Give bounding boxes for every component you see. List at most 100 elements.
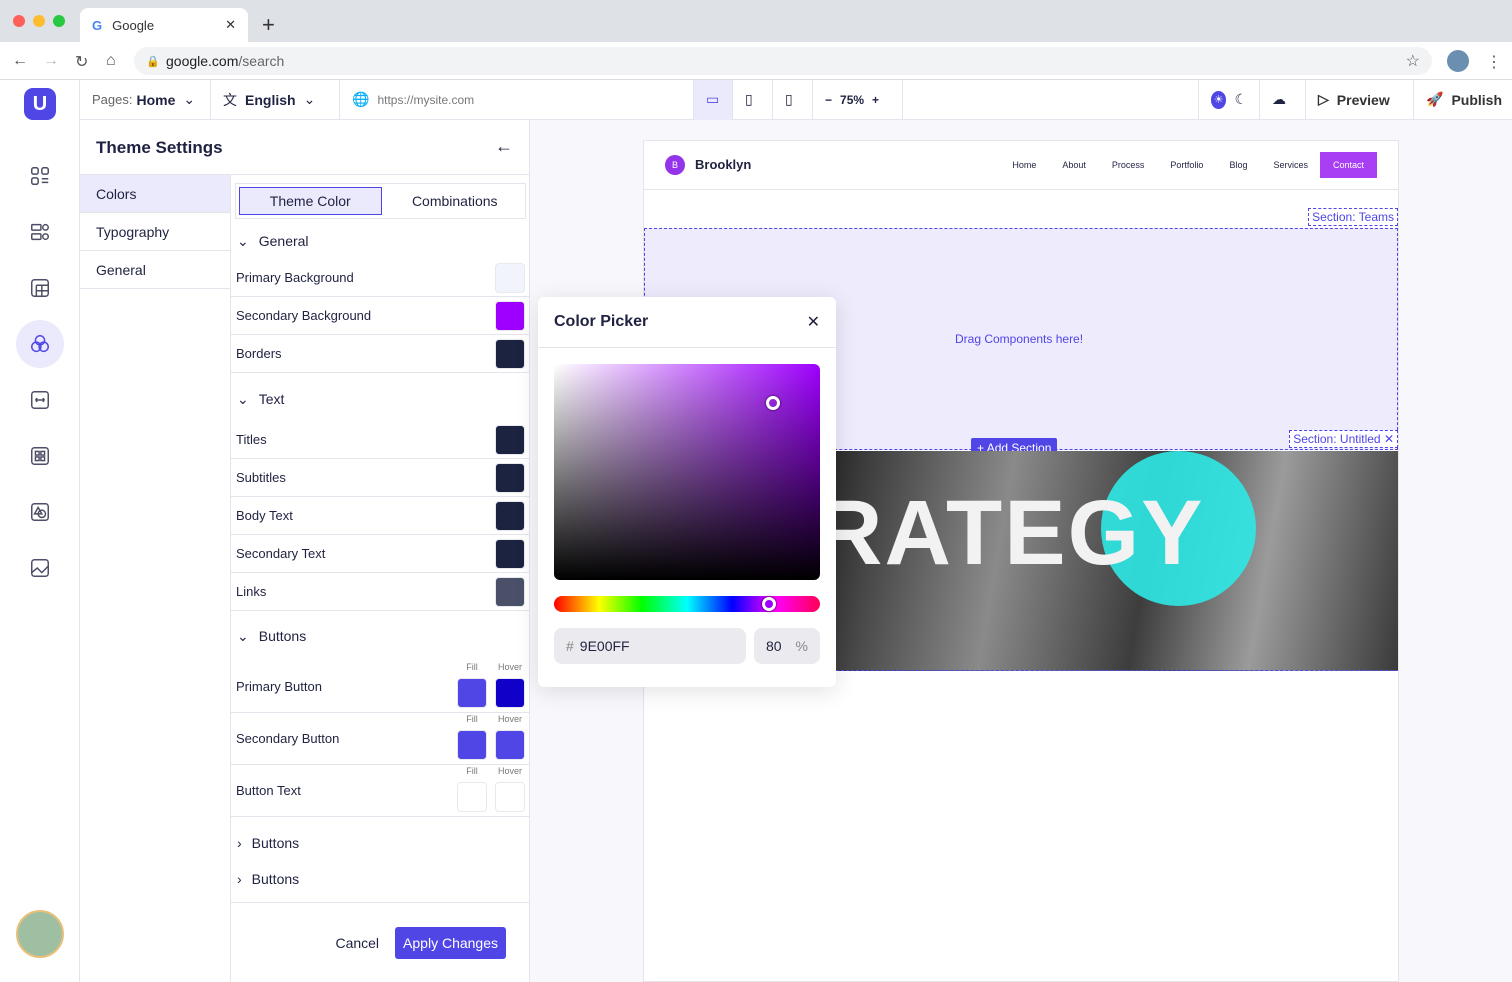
color-swatch[interactable] [495, 501, 525, 531]
submenu-colors[interactable]: Colors [80, 175, 230, 213]
color-swatch[interactable] [495, 301, 525, 331]
fill-swatch[interactable] [457, 678, 487, 708]
pages-dropdown[interactable]: Pages:Home⌄ [80, 80, 211, 120]
app-toolbar: Pages:Home⌄ 文English⌄ 🌐https://mysite.co… [80, 80, 1512, 120]
hex-input[interactable]: #9E00FF [554, 628, 746, 664]
checklist-icon[interactable] [24, 216, 56, 248]
tab-theme-color[interactable]: Theme Color [239, 187, 382, 215]
fill-swatch[interactable] [457, 782, 487, 812]
opacity-value: 80 [766, 638, 782, 654]
components-icon[interactable] [24, 440, 56, 472]
color-swatch[interactable] [495, 339, 525, 369]
translate-icon: 文 [223, 90, 237, 110]
back-icon[interactable]: ← [12, 52, 28, 70]
lock-icon: 🔒 [146, 55, 160, 68]
browser-tab[interactable]: GGoogle✕ [80, 8, 248, 42]
group-buttons-collapsed[interactable]: ›Buttons [231, 825, 530, 861]
mobile-view-button[interactable]: ▯ [773, 80, 813, 120]
tablet-view-button[interactable]: ▯ [733, 80, 773, 120]
close-icon[interactable]: ✕ [1384, 432, 1394, 446]
nav-portfolio[interactable]: Portfolio [1170, 160, 1203, 170]
color-swatch[interactable] [495, 463, 525, 493]
home-icon[interactable]: ⌂ [106, 52, 116, 70]
saturation-value-area[interactable] [554, 364, 820, 580]
apply-changes-button[interactable]: Apply Changes [395, 927, 506, 959]
nav-home[interactable]: Home [1012, 160, 1036, 170]
spacing-icon[interactable] [24, 384, 56, 416]
grid-table-icon[interactable] [24, 272, 56, 304]
back-arrow-icon[interactable]: ← [495, 136, 513, 157]
image-icon[interactable] [24, 552, 56, 584]
pages-label: Pages: [92, 92, 132, 107]
nav-process[interactable]: Process [1112, 160, 1145, 170]
nav-services[interactable]: Services [1273, 160, 1308, 170]
app-logo[interactable]: U [24, 88, 56, 120]
zoom-in-button[interactable]: + [872, 93, 879, 107]
brand-avatar: B [665, 155, 685, 175]
color-label: Button Text [236, 783, 301, 798]
button-color-row: Primary ButtonFillHover [231, 661, 530, 713]
reload-icon[interactable]: ↻ [75, 52, 88, 72]
color-label: Titles [236, 432, 267, 447]
language-dropdown[interactable]: 文English⌄ [211, 80, 340, 120]
forward-icon[interactable]: → [43, 52, 59, 70]
color-swatch[interactable] [495, 539, 525, 569]
hover-label: Hover [495, 714, 525, 724]
group-general[interactable]: ⌄General [231, 223, 530, 259]
profile-avatar[interactable] [1447, 50, 1469, 72]
tab-combinations[interactable]: Combinations [385, 184, 526, 218]
bookmark-star-icon[interactable]: ☆ [1406, 51, 1420, 71]
submenu-typography[interactable]: Typography [80, 213, 230, 251]
hero-image: RATEGY [836, 451, 1398, 671]
nav-about[interactable]: About [1062, 160, 1086, 170]
maximize-window-button[interactable] [53, 15, 65, 27]
zoom-out-button[interactable]: − [825, 93, 832, 107]
close-icon[interactable]: ✕ [807, 312, 820, 332]
section-untitled-tag[interactable]: Section: Untitled ✕ [1289, 430, 1398, 448]
publish-button[interactable]: 🚀Publish [1414, 80, 1512, 120]
color-handle[interactable] [766, 396, 780, 410]
hue-handle[interactable] [762, 597, 776, 611]
minimize-window-button[interactable] [33, 15, 45, 27]
group-buttons-collapsed[interactable]: ›Buttons [231, 861, 530, 897]
color-swatch[interactable] [495, 425, 525, 455]
theme-toggle[interactable]: ☀☾ [1198, 80, 1260, 120]
browser-menu-icon[interactable]: ⋮ [1486, 52, 1502, 72]
opacity-input[interactable]: 80% [754, 628, 820, 664]
url-host: google.com [166, 53, 238, 69]
theme-colors-icon[interactable] [16, 320, 64, 368]
site-url[interactable]: 🌐https://mysite.com [340, 80, 693, 120]
section-teams-tag[interactable]: Section: Teams [1308, 208, 1398, 226]
group-text[interactable]: ⌄Text [231, 373, 530, 421]
hover-swatch[interactable] [495, 678, 525, 708]
user-avatar[interactable] [16, 910, 64, 958]
layout-icon[interactable] [24, 160, 56, 192]
color-label: Borders [236, 346, 282, 361]
shapes-icon[interactable] [24, 496, 56, 528]
submenu-general[interactable]: General [80, 251, 230, 289]
color-label: Links [236, 584, 266, 599]
color-swatch[interactable] [495, 263, 525, 293]
fill-swatch[interactable] [457, 730, 487, 760]
moon-icon: ☾ [1234, 91, 1247, 108]
hue-slider[interactable] [554, 596, 820, 612]
nav-contact-button[interactable]: Contact [1320, 152, 1377, 178]
color-swatch[interactable] [495, 577, 525, 607]
chevron-down-icon: ⌄ [237, 391, 249, 408]
hover-swatch[interactable] [495, 730, 525, 760]
desktop-view-button[interactable]: ▭ [693, 80, 733, 120]
new-tab-button[interactable]: + [262, 12, 275, 38]
play-icon: ▷ [1318, 91, 1329, 108]
cancel-button[interactable]: Cancel [335, 935, 379, 951]
cloud-save-icon[interactable]: ☁ [1260, 80, 1306, 120]
nav-blog[interactable]: Blog [1229, 160, 1247, 170]
url-input[interactable]: 🔒google.com/search☆ [134, 47, 1432, 75]
color-row: Links [231, 573, 530, 611]
group-buttons[interactable]: ⌄Buttons [231, 611, 530, 661]
color-picker-title: Color Picker [554, 313, 648, 331]
hover-swatch[interactable] [495, 782, 525, 812]
preview-button[interactable]: ▷Preview [1306, 80, 1414, 120]
language-label: English [245, 92, 296, 108]
close-window-button[interactable] [13, 15, 25, 27]
close-tab-icon[interactable]: ✕ [225, 17, 236, 33]
